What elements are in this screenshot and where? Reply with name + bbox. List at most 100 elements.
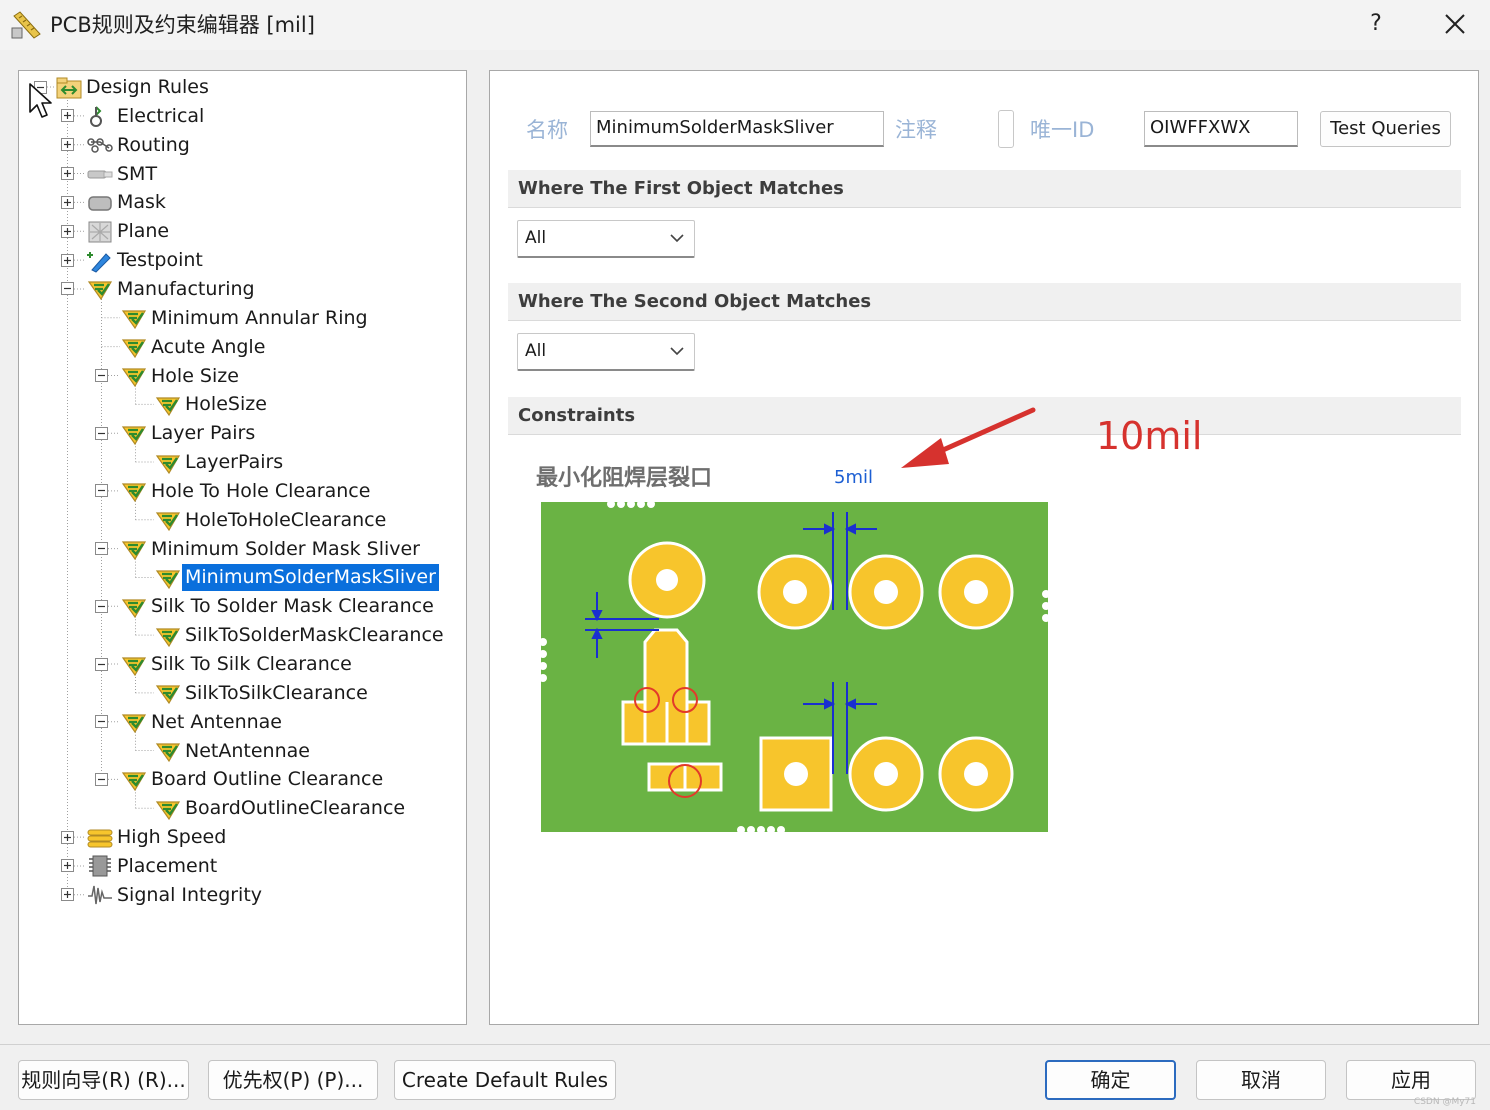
rule-icon	[154, 680, 182, 706]
expand-icon[interactable]	[61, 167, 74, 181]
tree-item-label: Manufacturing	[117, 277, 255, 300]
test-queries-button[interactable]: Test Queries	[1320, 111, 1451, 147]
collapse-icon[interactable]	[95, 772, 108, 786]
tree-item[interactable]: Acute Angle	[120, 333, 268, 362]
tree-item[interactable]: Placement	[86, 852, 220, 881]
ok-button[interactable]: 确定	[1045, 1060, 1176, 1100]
tree-item-label: Acute Angle	[151, 335, 266, 358]
tree-item[interactable]: Electrical	[86, 102, 207, 131]
expand-icon[interactable]	[61, 888, 74, 902]
tree-item[interactable]: Net Antennae	[120, 708, 285, 737]
rules-tree-panel[interactable]: Design Rules Electrical Routing SMT Mask Plan…	[18, 70, 467, 1025]
square-pad	[759, 736, 833, 812]
tree-item[interactable]: Testpoint	[86, 246, 206, 275]
watermark: CSDN @My71	[1413, 1097, 1476, 1107]
comment-input[interactable]	[998, 110, 1014, 148]
high-speed-icon	[86, 825, 114, 851]
collapse-icon[interactable]	[95, 657, 108, 671]
signal-integrity-icon	[86, 882, 114, 908]
mouse-cursor-icon	[29, 83, 52, 118]
rule-icon	[120, 363, 148, 389]
close-icon	[1445, 14, 1465, 34]
priority-button[interactable]: 优先权(P) (P)...	[208, 1060, 378, 1100]
tree-item-label: High Speed	[117, 826, 227, 849]
apply-button[interactable]: 应用	[1346, 1060, 1476, 1100]
tree-item[interactable]: SMT	[86, 160, 160, 189]
rule-icon	[120, 305, 148, 331]
create-default-rules-button[interactable]: Create Default Rules	[394, 1060, 616, 1100]
tree-item-label: Silk To Silk Clearance	[151, 653, 352, 675]
tree-item[interactable]: Signal Integrity	[86, 881, 265, 910]
tree-item-label: Minimum Solder Mask Sliver	[151, 537, 420, 560]
tree-item[interactable]: HoleToHoleClearance	[154, 506, 389, 535]
tree-item[interactable]: NetAntennae	[154, 737, 313, 766]
close-button[interactable]	[1432, 6, 1478, 42]
routing-icon	[86, 132, 114, 158]
tree-item-label: Silk To Solder Mask Clearance	[151, 595, 434, 618]
mask-icon	[86, 190, 114, 216]
collapse-icon[interactable]	[95, 426, 108, 440]
tree-item[interactable]: MinimumSolderMaskSliver	[154, 563, 440, 593]
collapse-icon[interactable]	[95, 484, 108, 498]
expand-icon[interactable]	[61, 224, 74, 238]
rule-wizard-button[interactable]: 规则向导(R) (R)...	[18, 1060, 189, 1100]
tree-item[interactable]: BoardOutlineClearance	[154, 794, 408, 823]
tree-item[interactable]: Manufacturing	[86, 275, 258, 304]
tree-item[interactable]: High Speed	[86, 823, 229, 852]
expand-icon[interactable]	[61, 859, 74, 873]
rule-icon	[86, 276, 114, 302]
rule-name-input[interactable]: MinimumSolderMaskSliver	[590, 111, 884, 147]
collapse-icon[interactable]	[61, 282, 74, 296]
tree-item[interactable]: Silk To Solder Mask Clearance	[120, 592, 437, 621]
tree-item[interactable]: Routing	[86, 131, 193, 160]
tree-item[interactable]: Minimum Solder Mask Sliver	[120, 535, 423, 564]
help-button[interactable]: ?	[1356, 6, 1396, 42]
tree-item-label: LayerPairs	[185, 451, 284, 474]
unique-id-input[interactable]: OIWFFXWX	[1144, 111, 1298, 147]
tree-item[interactable]: SilkToSilkClearance	[154, 679, 371, 708]
minimum-sliver-value[interactable]: 5mil	[834, 467, 873, 488]
rule-icon	[154, 392, 182, 418]
tree-item[interactable]: SilkToSolderMaskClearance	[154, 621, 447, 650]
tree-item[interactable]: Hole Size	[120, 362, 242, 391]
tree-item-label: Testpoint	[117, 249, 203, 272]
tree-item-label: Minimum Annular Ring	[151, 306, 368, 329]
plane-icon	[86, 219, 114, 245]
expand-icon[interactable]	[61, 195, 74, 209]
tree-item[interactable]: Layer Pairs	[120, 419, 258, 448]
tree-item[interactable]: LayerPairs	[154, 448, 286, 477]
second-object-match-select[interactable]: All	[517, 333, 695, 371]
first-object-match-select[interactable]: All	[517, 220, 695, 258]
expand-icon[interactable]	[61, 253, 74, 267]
tree-item[interactable]: Silk To Silk Clearance	[120, 650, 355, 679]
tree-item-label: MinimumSolderMaskSliver	[181, 563, 440, 593]
tree-item[interactable]: Minimum Annular Ring	[120, 304, 371, 333]
tree-item[interactable]: Plane	[86, 217, 172, 246]
tree-item[interactable]: Mask	[86, 188, 169, 217]
pcb-rules-app-icon	[11, 11, 41, 39]
cancel-button[interactable]: 取消	[1196, 1060, 1326, 1100]
title-bar: PCB规则及约束编辑器 [mil] ?	[0, 0, 1490, 50]
first-object-match-header: Where The First Object Matches	[508, 170, 1461, 208]
rule-icon	[154, 738, 182, 764]
tree-item[interactable]: Design Rules	[55, 73, 212, 102]
expand-icon[interactable]	[61, 109, 74, 123]
collapse-icon[interactable]	[95, 599, 108, 613]
tree-item[interactable]: Hole To Hole Clearance	[120, 477, 373, 506]
tree-item[interactable]: HoleSize	[154, 390, 270, 419]
rule-icon	[154, 623, 182, 649]
collapse-icon[interactable]	[95, 715, 108, 729]
expand-icon[interactable]	[61, 138, 74, 152]
tree-item[interactable]: Board Outline Clearance	[120, 765, 386, 794]
rule-icon	[120, 652, 148, 678]
expand-icon[interactable]	[61, 830, 74, 844]
unique-id-label: 唯一ID	[1030, 118, 1095, 142]
bottom-separator	[0, 1044, 1490, 1045]
tree-item-label: Plane	[117, 220, 170, 243]
design-rules-icon	[55, 75, 83, 101]
collapse-icon[interactable]	[95, 369, 108, 382]
chevron-down-icon	[670, 347, 684, 356]
electrical-icon	[86, 103, 114, 129]
rules-tree[interactable]: Design Rules Electrical Routing SMT Mask Plan…	[19, 71, 466, 1024]
collapse-icon[interactable]	[95, 542, 108, 556]
